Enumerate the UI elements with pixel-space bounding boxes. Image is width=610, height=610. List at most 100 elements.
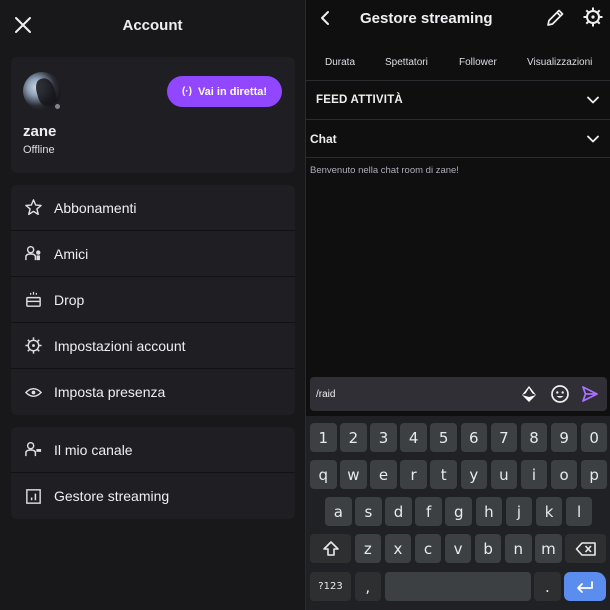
key-3[interactable]: 3 (370, 423, 397, 452)
key-u[interactable]: u (490, 460, 518, 489)
key-x[interactable]: x (384, 534, 412, 563)
bits-icon (522, 386, 536, 402)
key-f[interactable]: f (415, 497, 442, 526)
menu-group-main: Abbonamenti Amici Drop Impostazioni acco… (11, 185, 295, 415)
stream-manager-icon (23, 486, 43, 506)
key-9[interactable]: 9 (550, 423, 578, 452)
backspace-icon (575, 541, 596, 556)
key-o[interactable]: o (550, 460, 578, 489)
key-l[interactable]: l (565, 497, 593, 526)
key-0[interactable]: 0 (580, 423, 608, 452)
menu-item-abbonamenti[interactable]: Abbonamenti (11, 185, 295, 231)
key-c[interactable]: c (414, 534, 442, 563)
spacebar-key[interactable] (384, 572, 531, 601)
key-z[interactable]: z (354, 534, 382, 563)
send-button[interactable] (581, 385, 599, 403)
comma-key[interactable]: , (354, 572, 382, 601)
chevron-down-icon (587, 135, 599, 143)
shift-icon (322, 540, 339, 556)
account-header: Account (0, 0, 305, 52)
key-e[interactable]: e (370, 460, 397, 489)
key-w[interactable]: w (340, 460, 367, 489)
profile-card: zane Offline (·) Vai in diretta! (11, 57, 295, 173)
menu-item-label: Il mio canale (54, 441, 133, 458)
key-5[interactable]: 5 (430, 423, 457, 452)
key-a[interactable]: a (325, 497, 352, 526)
username: zane (23, 123, 57, 140)
menu-item-label: Gestore streaming (54, 488, 170, 504)
pencil-icon (547, 9, 564, 26)
chat-title: Chat (310, 132, 337, 146)
key-i[interactable]: i (520, 460, 548, 489)
key-4[interactable]: 4 (400, 423, 427, 452)
emote-icon (551, 385, 569, 403)
period-key[interactable]: . (534, 572, 561, 601)
menu-item-label: Amici (54, 245, 89, 262)
back-button[interactable] (318, 9, 332, 27)
stream-manager-header: Gestore streaming (306, 0, 610, 40)
page-title: Account (122, 17, 183, 34)
menu-group-channel: Il mio canale Gestore streaming (11, 427, 295, 519)
menu-item-il-mio-canale[interactable]: Il mio canale (11, 427, 295, 473)
tab-durata[interactable]: Durata (325, 57, 355, 68)
friends-icon (23, 244, 43, 264)
menu-item-imposta-presenza[interactable]: Imposta presenza (11, 369, 295, 415)
menu-item-impostazioni-account[interactable]: Impostazioni account (11, 323, 295, 369)
key-p[interactable]: p (580, 460, 608, 489)
broadcast-icon: (·) (181, 86, 192, 97)
chat-input-bar (310, 377, 607, 411)
star-icon (23, 198, 43, 218)
stats-tabs: Durata Spettatori Follower Visualizzazio… (306, 57, 610, 77)
chevron-down-icon (587, 96, 599, 104)
status-indicator (53, 102, 62, 111)
tab-visualizzazioni[interactable]: Visualizzazioni (527, 57, 592, 68)
key-n[interactable]: n (505, 534, 532, 563)
key-q[interactable]: q (310, 460, 337, 489)
bits-button[interactable] (520, 385, 538, 403)
key-1[interactable]: 1 (310, 423, 337, 452)
menu-item-label: Imposta presenza (54, 384, 166, 400)
divider (306, 157, 610, 158)
key-s[interactable]: s (355, 497, 382, 526)
menu-item-label: Drop (54, 291, 85, 308)
eye-icon (23, 382, 43, 402)
shift-key[interactable] (310, 534, 351, 563)
enter-key[interactable] (564, 572, 606, 601)
key-g[interactable]: g (445, 497, 473, 526)
menu-item-gestore-streaming[interactable]: Gestore streaming (11, 473, 295, 519)
key-2[interactable]: 2 (340, 423, 367, 452)
key-v[interactable]: v (444, 534, 472, 563)
stream-manager-panel: Gestore streaming Durata Spettatori Foll… (306, 0, 610, 610)
key-j[interactable]: j (505, 497, 533, 526)
tab-follower[interactable]: Follower (459, 57, 497, 68)
chat-section[interactable]: Chat (306, 120, 610, 158)
emote-button[interactable] (550, 384, 570, 404)
menu-item-label: Impostazioni account (54, 337, 186, 354)
key-r[interactable]: r (400, 460, 427, 489)
settings-button[interactable] (582, 6, 604, 28)
key-8[interactable]: 8 (520, 423, 548, 452)
key-t[interactable]: t (430, 460, 457, 489)
gear-icon (23, 336, 43, 356)
key-d[interactable]: d (385, 497, 412, 526)
key-7[interactable]: 7 (490, 423, 518, 452)
activity-feed-section[interactable]: FEED ATTIVITÀ (306, 81, 610, 119)
key-b[interactable]: b (474, 534, 502, 563)
backspace-key[interactable] (565, 534, 606, 563)
channel-icon (23, 440, 43, 460)
key-m[interactable]: m (535, 534, 562, 563)
chat-input[interactable] (316, 377, 506, 411)
activity-feed-title: FEED ATTIVITÀ (316, 94, 403, 106)
key-k[interactable]: k (535, 497, 563, 526)
key-6[interactable]: 6 (460, 423, 488, 452)
menu-item-amici[interactable]: Amici (11, 231, 295, 277)
tab-spettatori[interactable]: Spettatori (385, 57, 428, 68)
menu-item-label: Abbonamenti (54, 199, 137, 216)
key-h[interactable]: h (475, 497, 503, 526)
key-y[interactable]: y (460, 460, 488, 489)
status-text: Offline (23, 144, 55, 156)
go-live-button[interactable]: (·) Vai in diretta! (167, 76, 282, 107)
menu-item-drop[interactable]: Drop (11, 277, 295, 323)
edit-button[interactable] (544, 7, 566, 29)
symbols-key[interactable]: ?123 (310, 572, 351, 601)
